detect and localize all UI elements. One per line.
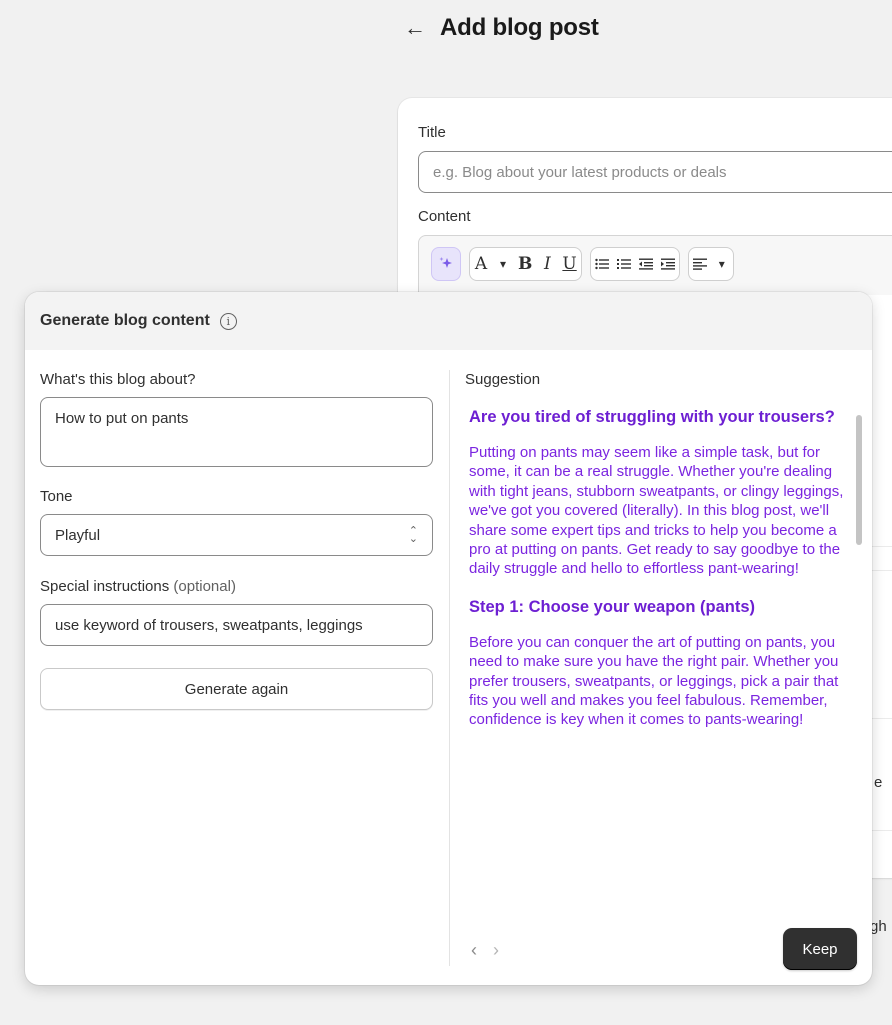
suggestion-scrollbar[interactable] [855,402,863,887]
about-textarea[interactable]: How to put on pants [40,397,433,467]
info-icon[interactable]: i [219,312,237,330]
bold-button[interactable]: B [514,248,536,280]
rich-text-toolbar: A ▾ B I U ▾ [418,235,892,295]
suggestion-paragraph: Putting on pants may seem like a simple … [469,444,844,578]
suggestion-heading: Are you tired of struggling with your tr… [469,408,835,426]
arrow-left-icon[interactable]: ← [404,17,426,39]
instructions-input[interactable]: use keyword of trousers, sweatpants, leg… [40,604,433,646]
suggestion-label: Suggestion [465,371,541,388]
title-label: Title [418,124,446,141]
bullet-list-icon[interactable] [591,248,613,280]
select-chevron-icon: ⌃ ⌄ [408,525,418,545]
align-left-icon[interactable] [689,248,711,280]
partial-text: gh [870,918,887,935]
underline-button[interactable]: U [558,248,580,280]
indent-icon[interactable] [657,248,679,280]
text-format-group: A ▾ B I U [469,247,582,281]
keep-button[interactable]: Keep [783,928,857,970]
instructions-label: Special instructions (optional) [40,578,236,595]
italic-button[interactable]: I [536,248,558,280]
dialog-header: Generate blog content i [25,292,872,350]
chevron-left-icon[interactable]: ‹ [471,940,477,961]
sparkle-magic-icon[interactable] [431,247,461,281]
content-label: Content [418,208,471,225]
dialog-title: Generate blog content [40,312,210,329]
tone-select[interactable]: Playful ⌃ ⌄ [40,514,433,556]
list-group [589,247,680,281]
chevron-down-icon[interactable]: ▾ [711,248,733,280]
suggestion-content[interactable]: Are you tired of struggling with your tr… [469,402,849,887]
scrollbar-thumb[interactable] [856,415,862,545]
column-divider [449,370,450,966]
generate-again-button[interactable]: Generate again [40,668,433,710]
outdent-icon[interactable] [635,248,657,280]
align-group: ▾ [687,247,734,281]
instructions-label-text: Special instructions [40,578,170,595]
numbered-list-icon[interactable] [613,248,635,280]
page-title: Add blog post [440,14,599,41]
generate-blog-content-dialog: Generate blog content i What's this blog… [25,292,872,985]
tone-select-value: Playful [55,526,101,544]
suggestion-paragraph: Before you can conquer the art of puttin… [469,633,839,729]
optional-hint: (optional) [173,578,236,595]
suggestion-pagination: ‹ › [471,940,499,961]
font-style-button[interactable]: A [470,248,492,280]
tone-label: Tone [40,488,73,505]
chevron-down-icon[interactable]: ▾ [492,248,514,280]
chevron-right-icon[interactable]: › [493,940,499,961]
title-input[interactable] [418,151,892,193]
page-header: ← Add blog post [404,14,599,42]
partial-text: e [874,774,883,791]
suggestion-panel: Suggestion Are you tired of struggling w… [465,350,865,970]
suggestion-heading: Step 1: Choose your weapon (pants) [469,597,756,616]
about-label: What's this blog about? [40,371,196,388]
page: ← Add blog post Title Content A ▾ B I U [0,0,892,1025]
